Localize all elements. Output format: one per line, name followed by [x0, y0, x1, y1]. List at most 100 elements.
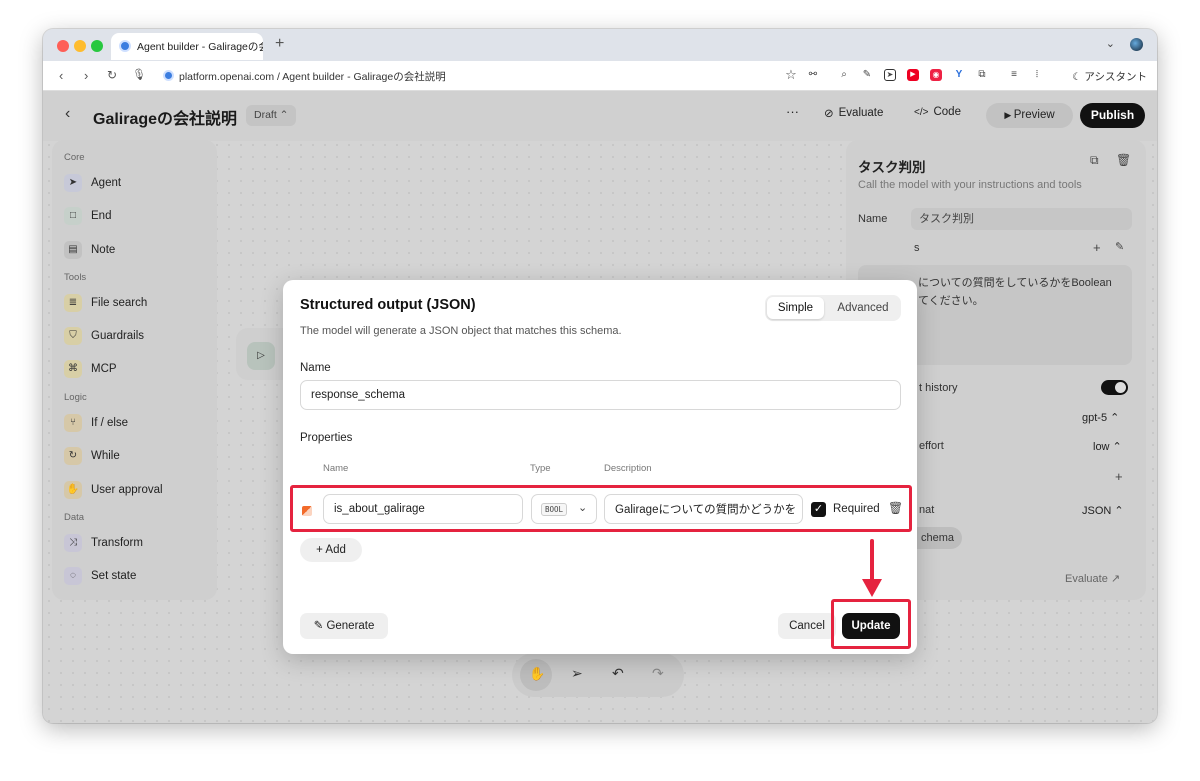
command-icon: ⌘	[64, 360, 82, 378]
palette-item-note[interactable]: ▤ Note	[64, 239, 115, 261]
back-button[interactable]: ‹	[65, 105, 70, 123]
code-label: Code	[933, 106, 961, 118]
palette-item-user-approval[interactable]: ✋ User approval	[64, 479, 163, 501]
bookmark-star-icon[interactable]: ☆	[785, 68, 797, 81]
more-options-button[interactable]: ···	[786, 104, 799, 119]
required-checkbox[interactable]: ✓	[811, 502, 826, 517]
pointer-icon: ➤	[64, 174, 82, 192]
palette-item-label: If / else	[91, 417, 129, 429]
palette-item-transform[interactable]: ⤨ Transform	[64, 532, 143, 554]
palette-item-set-state[interactable]: ◌ Set state	[64, 565, 136, 587]
mode-simple-tab[interactable]: Simple	[767, 297, 824, 319]
property-type-select[interactable]: BOOL ⌄	[531, 494, 597, 524]
profile-avatar[interactable]	[1130, 38, 1143, 51]
hand-tool-button[interactable]: ✋	[520, 659, 552, 691]
delete-property-icon[interactable]: 🗑	[888, 501, 903, 515]
microphone-icon[interactable]: 🎙	[132, 68, 146, 81]
zoom-icon[interactable]: ⌕	[838, 69, 850, 81]
property-description-input[interactable]: Galirageについての質問かどうかを	[604, 494, 803, 524]
browser-window: Agent builder - Galirageの会 + ⌄ ‹ › ↻ 🎙 p…	[43, 29, 1157, 723]
v-extension-icon[interactable]: Y	[953, 69, 965, 81]
add-instruction-icon[interactable]: +	[1093, 240, 1101, 255]
back-nav-icon[interactable]: ‹	[59, 68, 63, 83]
undo-icon[interactable]: ↶	[612, 665, 624, 682]
column-header-type: Type	[530, 463, 551, 474]
chat-history-toggle[interactable]	[1101, 380, 1128, 395]
approval-icon: ✋	[64, 481, 82, 499]
shuffle-icon: ⤨	[64, 534, 82, 552]
magic-wand-icon: ✎	[313, 620, 327, 632]
stop-icon: □	[64, 207, 82, 225]
output-format-select[interactable]: JSON ⌃	[1082, 504, 1124, 517]
close-window-icon[interactable]	[57, 40, 69, 52]
evaluate-link[interactable]: Evaluate ↗	[1065, 572, 1120, 585]
node-palette: Core ➤ Agent □ End ▤ Note Tools ≣ File searc…	[52, 140, 217, 600]
reasoning-effort-select[interactable]: low ⌃	[1093, 440, 1122, 453]
arrow-shaft	[870, 539, 874, 583]
page-title: Galirageの会社説明	[93, 111, 238, 128]
select-pointer-icon[interactable]: ➢	[571, 665, 583, 682]
generate-label: Generate	[326, 620, 375, 632]
address-bar: ‹ › ↻ 🎙 platform.openai.com / Agent buil…	[43, 61, 1157, 91]
palette-item-agent[interactable]: ➤ Agent	[64, 172, 121, 194]
tab-list-chevron-icon[interactable]: ⌄	[1106, 37, 1115, 50]
audio-wave-icon[interactable]: ⦙	[1031, 69, 1043, 81]
canvas-toolbar: ✋ ➢ ↶ ↷	[512, 653, 684, 697]
menu-lines-icon[interactable]: ≡	[1008, 69, 1020, 81]
reload-icon[interactable]: ↻	[107, 68, 117, 82]
update-button[interactable]: Update	[842, 613, 900, 639]
palette-item-label: Guardrails	[91, 330, 145, 342]
draft-version-select[interactable]: Draft ⌃	[246, 105, 297, 126]
palette-item-guardrails[interactable]: ⛉ Guardrails	[64, 325, 144, 347]
palette-item-file-search[interactable]: ≣ File search	[64, 292, 147, 314]
puzzle-extension-icon[interactable]: ⧉	[976, 69, 988, 81]
redo-icon[interactable]: ↷	[652, 665, 664, 682]
palette-item-label: Set state	[91, 570, 137, 582]
palette-item-while[interactable]: ↻ While	[64, 445, 120, 467]
new-tab-button[interactable]: +	[275, 35, 284, 53]
schema-name-input[interactable]: response_schema	[300, 380, 901, 410]
toggle-knob	[1115, 382, 1126, 393]
output-format-label: nat	[919, 504, 935, 516]
mode-advanced-tab[interactable]: Advanced	[827, 297, 899, 319]
section-core: Core	[64, 152, 85, 163]
duplicate-icon[interactable]: ⧉	[1090, 153, 1099, 168]
hand-icon: ✋	[529, 666, 546, 681]
cancel-button[interactable]: Cancel	[778, 613, 836, 639]
palette-item-label: Note	[91, 244, 116, 256]
instructions-label: s	[914, 242, 920, 254]
forward-nav-icon[interactable]: ›	[84, 68, 88, 83]
chevron-down-icon: ⌄	[578, 502, 588, 514]
add-tool-button[interactable]: +	[1115, 469, 1123, 484]
generate-button[interactable]: ✎ Generate	[300, 613, 388, 639]
node-name-input[interactable]: タスク判別	[911, 208, 1132, 230]
browser-tab[interactable]: Agent builder - Galirageの会	[111, 33, 263, 60]
publish-button[interactable]: Publish	[1080, 103, 1145, 128]
model-select[interactable]: gpt-5 ⌃	[1082, 411, 1119, 424]
assistant-button[interactable]: ☾ アシスタント	[1072, 69, 1147, 84]
url-field[interactable]: platform.openai.com / Agent builder - Ga…	[163, 69, 446, 84]
property-name-input[interactable]: is_about_galirage	[323, 494, 523, 524]
pen-extension-icon[interactable]: ✎	[861, 69, 873, 81]
delete-node-icon[interactable]: 🗑	[1116, 153, 1131, 167]
link-icon[interactable]: ⚯	[807, 69, 819, 81]
edit-instruction-icon[interactable]: ✎	[1115, 240, 1124, 253]
record-extension-icon[interactable]: ◉	[930, 69, 942, 81]
properties-label: Properties	[300, 432, 353, 444]
minimize-window-icon[interactable]	[74, 40, 86, 52]
schema-name-label: Name	[300, 362, 331, 374]
youtube-extension-icon[interactable]: ▶	[907, 69, 919, 81]
palette-item-if-else[interactable]: ⑂ If / else	[64, 412, 128, 434]
send-extension-icon[interactable]: ➤	[884, 69, 896, 81]
plus-icon: +	[316, 544, 326, 556]
add-property-button[interactable]: + Add	[300, 538, 362, 562]
type-tag: BOOL	[541, 503, 568, 516]
section-tools: Tools	[64, 272, 87, 283]
agent-builder-canvas: ‹ Galirageの会社説明 Draft ⌃ ··· ⊘ Evaluate </…	[43, 91, 1157, 723]
code-button[interactable]: </> Code	[914, 106, 961, 118]
palette-item-end[interactable]: □ End	[64, 205, 111, 227]
maximize-window-icon[interactable]	[91, 40, 103, 52]
evaluate-button[interactable]: ⊘ Evaluate	[824, 106, 883, 120]
preview-button[interactable]: ▶ Preview	[986, 103, 1073, 128]
palette-item-mcp[interactable]: ⌘ MCP	[64, 358, 117, 380]
